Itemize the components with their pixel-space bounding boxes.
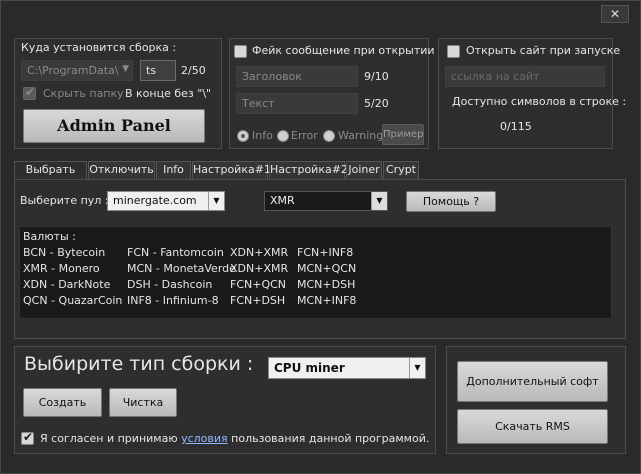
main-window: ✕ Куда установится сборка : C:\ProgramDa… xyxy=(0,0,641,474)
tab-disable[interactable]: Отключить xyxy=(88,161,155,179)
agree-text: Я согласен и принимаю условия пользовани… xyxy=(40,432,430,445)
install-name-field[interactable]: ts xyxy=(140,60,176,81)
install-path-select[interactable]: C:\ProgramData\ ▼ xyxy=(21,60,133,81)
fake-message-panel: Фейк сообщение при открытии Заголовок 9/… xyxy=(229,38,435,149)
build-panel: Выбирите тип сборки : CPU miner ▼ Создат… xyxy=(14,346,436,454)
path-hint: В конце без "\" xyxy=(125,87,212,100)
fake-title-field[interactable]: Заголовок xyxy=(236,66,358,87)
agree-checkbox[interactable] xyxy=(21,430,34,445)
coin-selected: XMR xyxy=(270,194,295,207)
build-type-select[interactable]: CPU miner ▼ xyxy=(268,357,426,379)
install-path-value: C:\ProgramData\ xyxy=(27,64,119,77)
open-site-panel: Открыть сайт при запуске ссылка на сайт … xyxy=(438,38,626,149)
site-url-field[interactable]: ссылка на сайт xyxy=(445,66,605,87)
coin-select[interactable]: XMR ▼ xyxy=(264,191,388,211)
tab-joiner[interactable]: Joiner xyxy=(346,161,382,179)
open-site-checkbox[interactable] xyxy=(447,45,460,58)
pool-label: Выберите пул : xyxy=(20,194,109,207)
fake-message-title: Фейк сообщение при открытии xyxy=(252,44,435,57)
radio-warning-label: Warning xyxy=(338,129,384,142)
clean-button[interactable]: Чистка xyxy=(109,388,177,417)
currencies-box: Валюты : BCN - Bytecoin FCN - Fantomcoin… xyxy=(19,226,612,319)
tab-content: Выберите пул : minergate.com ▼ XMR ▼ Пом… xyxy=(14,179,626,339)
radio-error[interactable] xyxy=(277,130,289,142)
example-button[interactable]: Пример xyxy=(382,124,424,145)
tab-settings-2[interactable]: Настройка#2 xyxy=(269,161,348,179)
radio-info[interactable] xyxy=(237,130,249,142)
build-type-selected: CPU miner xyxy=(274,361,345,375)
hide-folder-checkbox[interactable] xyxy=(23,85,36,100)
chevron-down-icon: ▼ xyxy=(122,64,129,74)
pool-select[interactable]: minergate.com ▼ xyxy=(107,191,225,211)
chevron-down-icon: ▼ xyxy=(409,358,425,378)
tab-select-pool[interactable]: Выбрать пул xyxy=(14,161,87,192)
radio-error-label: Error xyxy=(291,129,318,142)
close-button[interactable]: ✕ xyxy=(601,5,629,23)
chevron-down-icon: ▼ xyxy=(208,192,224,210)
hide-folder-label: Скрыть папку xyxy=(43,87,124,100)
fake-title-count: 9/10 xyxy=(364,70,389,83)
install-panel: Куда установится сборка : C:\ProgramData… xyxy=(14,38,222,149)
pool-selected: minergate.com xyxy=(113,194,197,207)
tab-info[interactable]: Info xyxy=(156,161,191,179)
chevron-down-icon: ▼ xyxy=(371,192,387,210)
fake-text-field[interactable]: Текст xyxy=(236,93,358,114)
radio-info-label: Info xyxy=(252,129,273,142)
tab-crypt[interactable]: Crypt xyxy=(383,161,419,179)
download-rms-button[interactable]: Скачать RMS xyxy=(457,409,608,444)
close-icon[interactable]: ✕ xyxy=(610,7,620,21)
admin-panel-button[interactable]: Admin Panel xyxy=(23,109,205,143)
create-button[interactable]: Создать xyxy=(23,388,102,417)
available-chars-label: Доступно символов в строке : xyxy=(452,95,627,108)
currencies-title: Валюты : xyxy=(23,230,76,243)
build-type-title: Выбирите тип сборки : xyxy=(24,353,254,375)
fake-text-count: 5/20 xyxy=(364,97,389,110)
help-button[interactable]: Помощь ? xyxy=(406,191,496,212)
available-chars-count: 0/115 xyxy=(500,120,532,133)
install-name-count: 2/50 xyxy=(181,64,206,77)
terms-link[interactable]: условия xyxy=(181,432,228,445)
additional-software-button[interactable]: Дополнительный софт xyxy=(457,361,608,402)
install-title: Куда установится сборка : xyxy=(21,41,177,54)
tab-settings-1[interactable]: Настройка#1 xyxy=(192,161,271,179)
fake-message-checkbox[interactable] xyxy=(234,45,247,58)
extra-panel: Дополнительный софт Скачать RMS xyxy=(446,346,626,454)
open-site-title: Открыть сайт при запуске xyxy=(466,44,621,57)
radio-warning[interactable] xyxy=(323,130,335,142)
